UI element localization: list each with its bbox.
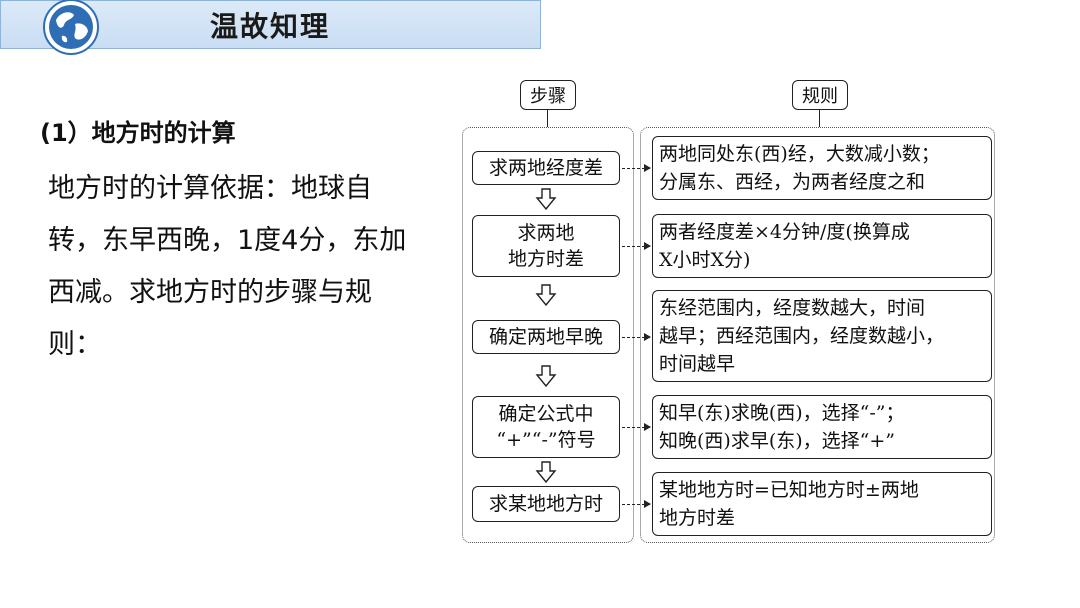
flow-diagram: 步骤 规则 求两地经度差 求两地 地方时差 确定两地早晚 确定公式中 “+”“-… [462, 76, 1002, 546]
rules-label-connector [819, 110, 820, 127]
rule-text: 知晚(西)求早(东)，选择“+” [659, 430, 895, 452]
step-text: 求两地经度差 [488, 157, 603, 179]
dashed-arrow [622, 164, 651, 172]
rule-box: 两地同处东(西)经，大数减小数； 分属东、西经，为两者经度之和 [652, 136, 992, 200]
step-text: 确定两地早晚 [488, 326, 603, 348]
step-text: 求两地 [517, 222, 575, 244]
page-title: 温故知理 [210, 10, 331, 43]
down-arrow-icon [535, 461, 557, 483]
rule-text: 越早；西经范围内，经度数越小， [659, 325, 945, 347]
rules-label: 规则 [792, 80, 848, 110]
step-box: 求某地地方时 [472, 486, 620, 522]
rule-text: 分属东、西经，为两者经度之和 [659, 171, 926, 193]
rule-text: 地方时差 [659, 507, 736, 529]
section-heading: (1）地方时的计算 [40, 119, 236, 147]
rule-text: 东经范围内，经度数越大，时间 [659, 297, 926, 319]
rule-text: X小时X分) [659, 249, 751, 271]
rule-box: 东经范围内，经度数越大，时间 越早；西经范围内，经度数越小， 时间越早 [652, 290, 992, 382]
dashed-arrow [622, 333, 651, 341]
rule-text: 某地地方时=已知地方时±两地 [659, 479, 919, 501]
globe-icon [43, 0, 99, 55]
rule-text: 两地同处东(西)经，大数减小数； [659, 143, 940, 165]
down-arrow-icon [535, 284, 557, 306]
step-text: 地方时差 [507, 248, 584, 270]
steps-label: 步骤 [520, 80, 576, 110]
step-text: 求某地地方时 [488, 493, 603, 515]
down-arrow-icon [535, 188, 557, 210]
step-box: 求两地 地方时差 [472, 215, 620, 277]
rule-text: 两者经度差×4分钟/度(换算成 [659, 221, 910, 243]
dashed-arrow [622, 500, 651, 508]
step-box: 求两地经度差 [472, 151, 620, 185]
rule-text: 时间越早 [659, 353, 736, 375]
dashed-arrow [622, 242, 651, 250]
step-text: 确定公式中 [498, 403, 594, 425]
steps-label-connector [547, 110, 548, 127]
rule-box: 两者经度差×4分钟/度(换算成 X小时X分) [652, 214, 992, 278]
down-arrow-icon [535, 365, 557, 387]
body-paragraph: 地方时的计算依据：地球自转，东早西晚，1度4分，东加西减。求地方时的步骤与规则： [48, 173, 407, 360]
rule-box: 知早(东)求晚(西)，选择“-”； 知晚(西)求早(东)，选择“+” [652, 395, 992, 459]
step-text: “+”“-”符号 [496, 429, 596, 451]
dashed-arrow [622, 423, 651, 431]
step-box: 确定两地早晚 [472, 320, 620, 354]
rule-text: 知早(东)求晚(西)，选择“-”； [659, 402, 905, 424]
step-box: 确定公式中 “+”“-”符号 [472, 396, 620, 458]
rule-box: 某地地方时=已知地方时±两地 地方时差 [652, 472, 992, 536]
